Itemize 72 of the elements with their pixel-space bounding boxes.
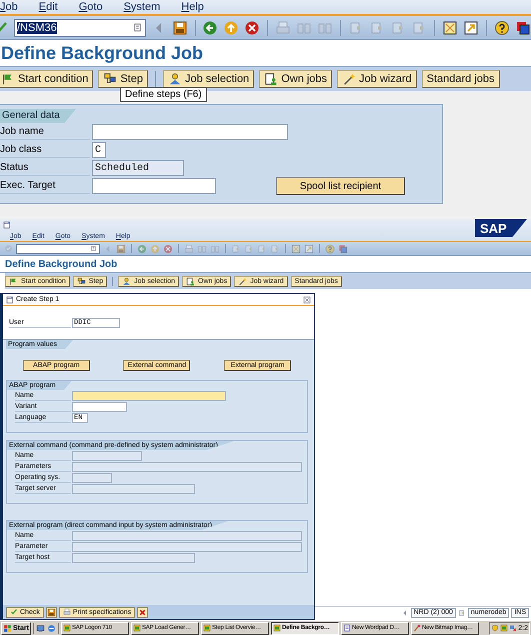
page-icon xyxy=(231,244,241,254)
save-icon xyxy=(172,20,188,36)
windows-logo-icon xyxy=(3,624,12,632)
desktop-icon xyxy=(36,624,45,632)
cancel-button[interactable] xyxy=(137,606,148,618)
toolbar-button[interactable]: Job selection xyxy=(162,70,254,88)
app-icon xyxy=(202,624,211,632)
app-icon xyxy=(132,624,141,632)
brush-icon xyxy=(412,624,421,632)
printer-icon xyxy=(62,608,71,616)
toolbar-button[interactable]: Start condition xyxy=(0,70,94,88)
toolbar-button[interactable]: Step xyxy=(98,70,148,88)
app-icon xyxy=(500,624,508,632)
back-icon xyxy=(202,20,218,36)
document-icon xyxy=(186,276,196,286)
cancel-icon xyxy=(244,20,260,36)
enter-icon xyxy=(4,244,13,253)
group-title: General data xyxy=(0,109,76,123)
exit-icon xyxy=(223,20,240,36)
toolbar-button[interactable]: Own jobs xyxy=(259,70,332,88)
tooltip: Define steps (F6) xyxy=(120,87,207,102)
toolbar-button[interactable]: Standard jobs xyxy=(422,70,500,88)
sap-logo: SAP xyxy=(475,219,527,237)
save-icon xyxy=(46,608,56,616)
input-field[interactable] xyxy=(92,124,288,140)
command-field[interactable] xyxy=(16,244,100,254)
app-icon xyxy=(272,624,281,632)
checkmark-icon xyxy=(10,608,18,616)
input-field[interactable]: C xyxy=(92,142,106,158)
help-icon xyxy=(494,20,510,36)
document-icon xyxy=(264,72,278,86)
cancel-icon xyxy=(163,244,173,254)
field-label: Status xyxy=(0,160,90,176)
shield-icon xyxy=(491,624,500,632)
field-label: Exec. Target xyxy=(0,178,90,194)
step-icon xyxy=(76,276,86,286)
page-icon xyxy=(458,608,466,616)
close-icon xyxy=(303,296,311,304)
menu-item[interactable]: Help xyxy=(181,1,204,13)
wand-icon xyxy=(342,72,356,86)
field-label: Job class xyxy=(0,142,90,158)
menu-item[interactable]: Edit xyxy=(38,1,58,13)
help-icon xyxy=(325,244,335,254)
input-field[interactable] xyxy=(72,391,226,401)
printer-icon xyxy=(275,20,292,36)
shortcut-icon xyxy=(463,20,480,36)
menu-item[interactable]: Goto xyxy=(78,1,103,13)
spool-list-recipient-button[interactable]: Spool list recipient xyxy=(276,177,405,195)
document-icon xyxy=(342,624,351,632)
page-icon xyxy=(270,244,280,254)
person-icon xyxy=(168,72,182,86)
exit-icon xyxy=(150,244,160,254)
back-icon xyxy=(137,244,147,254)
field-label: Job name xyxy=(0,124,90,140)
step-icon xyxy=(103,72,118,86)
person-icon xyxy=(122,276,132,286)
input-field[interactable] xyxy=(92,178,216,194)
menu-item[interactable]: Job xyxy=(0,1,18,13)
cancel-icon xyxy=(138,608,148,616)
printer-icon xyxy=(184,244,194,254)
flag-icon xyxy=(9,276,18,286)
save-button[interactable] xyxy=(46,606,57,618)
command-field[interactable]: /NSM36 xyxy=(14,18,146,36)
toolbar-button[interactable]: Job wizard xyxy=(337,70,417,88)
shortcut-icon xyxy=(304,244,314,254)
app-icon xyxy=(62,624,71,632)
page-icon xyxy=(257,244,267,254)
page-icon xyxy=(244,244,254,254)
menu-item[interactable]: System xyxy=(124,1,160,13)
input-field[interactable] xyxy=(72,402,127,412)
save-icon xyxy=(116,244,126,254)
wand-icon xyxy=(238,276,248,286)
